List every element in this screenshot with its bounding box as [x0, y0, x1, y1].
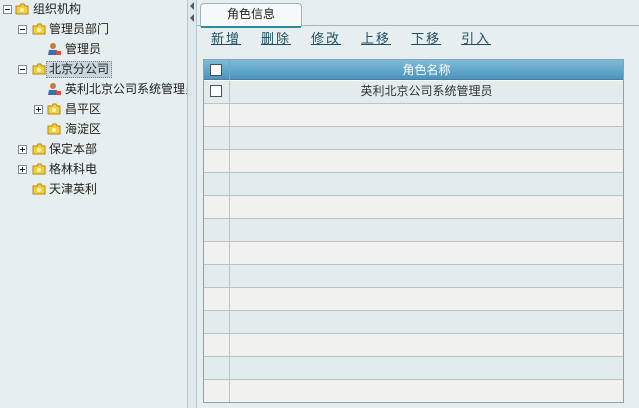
role-name-cell: 英利北京公司系统管理员 [360, 84, 493, 98]
row-checkbox-cell [204, 196, 230, 218]
role-name-cell [230, 173, 623, 195]
folder-icon [32, 23, 46, 35]
tree-item-label: 北京分公司 [46, 61, 113, 78]
role-name-cell [230, 265, 623, 287]
tab-bar: 角色信息 [197, 0, 639, 28]
row-checkbox-cell [204, 311, 230, 333]
tab-role-info[interactable]: 角色信息 [200, 3, 302, 28]
folder-icon [32, 63, 46, 75]
role-name-cell [230, 127, 623, 149]
row-checkbox-cell [204, 173, 230, 195]
import-button[interactable]: 引入 [461, 31, 491, 49]
table-row[interactable] [204, 127, 623, 150]
collapse-toggle-icon[interactable] [3, 5, 12, 14]
tree-item-label: 天津英利 [49, 182, 98, 196]
expand-toggle-icon[interactable] [18, 145, 27, 154]
user-icon [48, 43, 61, 55]
delete-button[interactable]: 删除 [261, 31, 291, 49]
collapse-toggle-icon[interactable] [18, 25, 27, 34]
collapse-toggle-icon[interactable] [18, 65, 27, 74]
table-row[interactable] [204, 242, 623, 265]
expand-toggle-icon[interactable] [18, 165, 27, 174]
move-up-button[interactable]: 上移 [361, 31, 391, 49]
tree-item-haidian[interactable]: 海淀区 [0, 120, 187, 139]
row-checkbox-cell [204, 265, 230, 287]
role-name-cell [230, 219, 623, 241]
select-all-checkbox[interactable] [210, 64, 222, 76]
role-name-cell [230, 150, 623, 172]
table-row[interactable] [204, 104, 623, 127]
role-name-cell [230, 357, 623, 379]
role-name-cell [230, 196, 623, 218]
folder-icon [47, 123, 61, 135]
row-checkbox-cell [204, 81, 230, 103]
row-checkbox-cell [204, 104, 230, 126]
tree-item-changping[interactable]: 昌平区 [0, 100, 187, 119]
table-row[interactable] [204, 288, 623, 311]
folder-icon [15, 3, 29, 15]
role-panel: 角色信息 新增 删除 修改 上移 下移 引入 角色名称 英利北京公司系统管理员 [197, 0, 639, 408]
table-row[interactable] [204, 173, 623, 196]
table-row[interactable] [204, 334, 623, 357]
row-checkbox-cell [204, 127, 230, 149]
row-checkbox-cell [204, 150, 230, 172]
role-name-cell [230, 242, 623, 264]
move-down-button[interactable]: 下移 [411, 31, 441, 49]
tree-item-label: 管理员部门 [49, 22, 110, 36]
tree-item-label: 海淀区 [65, 122, 102, 136]
tree-item-beijing-branch[interactable]: 北京分公司 [0, 60, 187, 79]
tree-item-label: 英利北京公司系统管理员 [65, 82, 187, 96]
panel-splitter[interactable] [187, 0, 197, 408]
user-icon [48, 83, 61, 95]
tree-item-root[interactable]: 组织机构 [0, 0, 187, 19]
row-checkbox-cell [204, 357, 230, 379]
grid-header: 角色名称 [204, 60, 623, 80]
folder-icon [32, 183, 46, 195]
row-checkbox-cell [204, 334, 230, 356]
tree-item-admin-dept[interactable]: 管理员部门 [0, 20, 187, 39]
tree-item-label: 组织机构 [33, 2, 82, 16]
role-name-cell [230, 380, 623, 402]
tree-item-label: 保定本部 [49, 142, 98, 156]
table-row[interactable] [204, 196, 623, 219]
folder-icon [32, 143, 46, 155]
column-header-role-name[interactable]: 角色名称 [230, 60, 623, 80]
header-checkbox-cell [204, 60, 230, 80]
tree-item-beijing-sysadmin[interactable]: 英利北京公司系统管理员 [0, 80, 187, 99]
add-button[interactable]: 新增 [211, 31, 241, 49]
tree-item-baoding[interactable]: 保定本部 [0, 140, 187, 159]
tree-item-label: 昌平区 [65, 102, 102, 116]
table-row[interactable] [204, 150, 623, 173]
tree-item-label: 格林科电 [49, 162, 98, 176]
table-row[interactable] [204, 311, 623, 334]
org-tree-panel: 组织机构 管理员部门 管理员 北京分公司 英利北京公司系统管理员 昌平区 海淀区… [0, 0, 187, 408]
row-checkbox-cell [204, 219, 230, 241]
collapse-left-arrow-icon[interactable] [190, 2, 194, 10]
role-name-cell [230, 104, 623, 126]
tree-item-admin[interactable]: 管理员 [0, 40, 187, 59]
table-row[interactable]: 英利北京公司系统管理员 [204, 81, 623, 104]
row-checkbox-cell [204, 380, 230, 402]
table-row[interactable] [204, 265, 623, 288]
collapse-left-arrow-icon[interactable] [190, 14, 194, 22]
table-row[interactable] [204, 380, 623, 402]
tree-item-label: 管理员 [65, 42, 102, 56]
tree-item-tianjin[interactable]: 天津英利 [0, 180, 187, 199]
row-checkbox-cell [204, 242, 230, 264]
role-grid: 角色名称 英利北京公司系统管理员 [203, 59, 624, 403]
row-checkbox-cell [204, 288, 230, 310]
folder-icon [47, 103, 61, 115]
expand-toggle-icon[interactable] [34, 105, 43, 114]
folder-icon [32, 163, 46, 175]
toolbar: 新增 删除 修改 上移 下移 引入 [211, 31, 511, 49]
edit-button[interactable]: 修改 [311, 31, 341, 49]
table-row[interactable] [204, 357, 623, 380]
row-checkbox[interactable] [210, 85, 222, 97]
table-row[interactable] [204, 219, 623, 242]
role-name-cell [230, 288, 623, 310]
role-name-cell [230, 334, 623, 356]
role-name-cell [230, 311, 623, 333]
tree-item-gelin[interactable]: 格林科电 [0, 160, 187, 179]
